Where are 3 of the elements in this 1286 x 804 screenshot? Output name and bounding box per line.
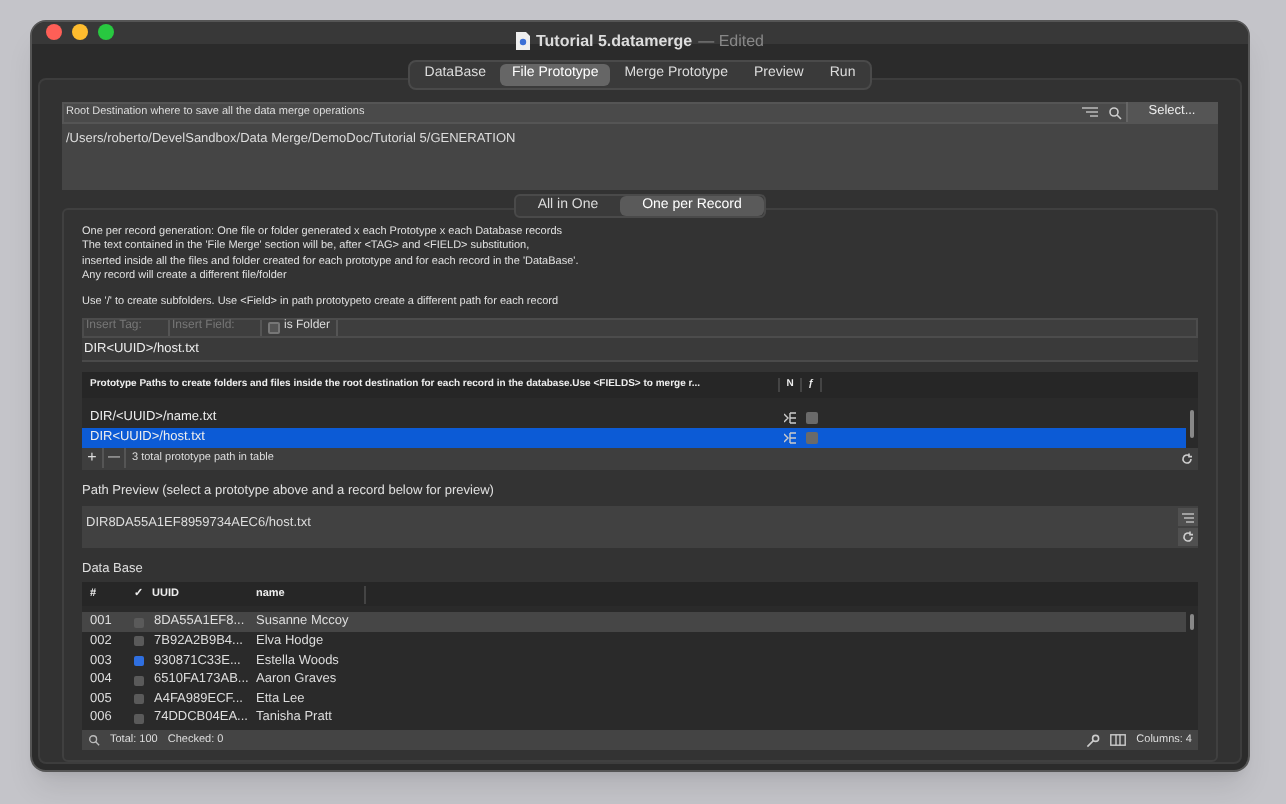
window-subtitle: — Edited bbox=[698, 29, 764, 53]
window-title: Tutorial 5.datamerge bbox=[536, 29, 693, 53]
add-button[interactable]: + bbox=[82, 448, 104, 469]
